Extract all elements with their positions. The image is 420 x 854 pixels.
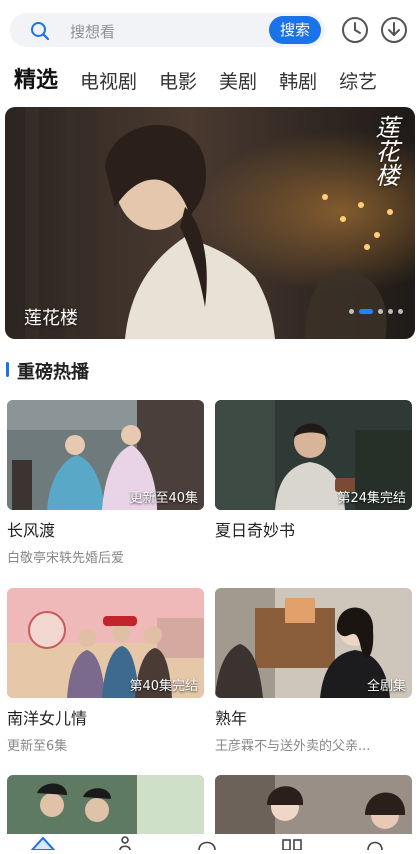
tab-us-drama[interactable]: 美剧 [219, 67, 257, 94]
drama-title: 熟年 [215, 709, 248, 728]
drama-thumbnail-partial[interactable] [7, 775, 204, 835]
history-icon[interactable] [340, 15, 370, 45]
drama-card[interactable]: 第24集完结 夏日奇妙书 [215, 400, 412, 547]
search-button[interactable]: 搜索 [269, 16, 321, 44]
bottom-nav [0, 834, 420, 851]
drama-subtitle: 王彦霖不与送外卖的父亲... [215, 739, 371, 754]
drama-thumbnail: 第40集完结 [7, 588, 204, 698]
drama-thumbnail: 更新至40集 [7, 400, 204, 510]
section-title: 重磅热播 [17, 362, 89, 383]
channel-icon[interactable] [117, 834, 133, 854]
carousel-dot-active[interactable] [359, 309, 373, 314]
banner-carousel[interactable]: 莲花楼 莲花楼 [5, 107, 415, 339]
drama-subtitle: 白敬亭宋轶先婚后爱 [7, 551, 125, 566]
carousel-dot[interactable] [349, 309, 354, 314]
search-icon [30, 21, 50, 45]
drama-card[interactable]: 全剧集 熟年 王彦霖不与送外卖的父亲... [215, 588, 412, 754]
drama-thumbnail: 第24集完结 [215, 400, 412, 510]
drama-card[interactable]: 第40集完结 南洋女儿情 更新至6集 [7, 588, 204, 754]
search-input[interactable]: 搜想看 [70, 21, 115, 42]
grid-icon[interactable] [282, 834, 302, 854]
drama-thumbnail-partial[interactable] [215, 775, 412, 835]
category-tabs: 精选 电视剧 电影 美剧 韩剧 综艺 [14, 62, 420, 96]
carousel-dots [349, 309, 403, 314]
carousel-dot[interactable] [388, 309, 393, 314]
drama-title: 南洋女儿情 [7, 709, 88, 728]
home-icon[interactable] [29, 834, 57, 854]
tab-featured[interactable]: 精选 [14, 62, 58, 94]
tab-variety[interactable]: 综艺 [339, 67, 377, 94]
discover-icon[interactable] [197, 834, 217, 854]
drama-thumbnail: 全剧集 [215, 588, 412, 698]
search-bar[interactable]: 搜想看 搜索 [10, 13, 325, 47]
tab-tv[interactable]: 电视剧 [80, 67, 137, 94]
episode-badge: 全剧集 [366, 679, 406, 694]
episode-badge: 第24集完结 [337, 491, 406, 506]
drama-subtitle: 更新至6集 [7, 739, 68, 754]
tab-k-drama[interactable]: 韩剧 [279, 67, 317, 94]
drama-card[interactable]: 更新至40集 长风渡 白敬亭宋轶先婚后爱 [7, 400, 204, 566]
carousel-dot[interactable] [398, 309, 403, 314]
banner-poster-text: 莲花楼 [371, 115, 399, 187]
download-icon[interactable] [379, 15, 409, 45]
episode-badge: 第40集完结 [129, 679, 198, 694]
banner-title: 莲花楼 [24, 308, 78, 329]
drama-title: 长风渡 [7, 521, 56, 540]
carousel-dot[interactable] [378, 309, 383, 314]
profile-icon[interactable] [365, 834, 385, 854]
episode-badge: 更新至40集 [129, 491, 198, 506]
drama-title: 夏日奇妙书 [215, 521, 296, 540]
tab-movie[interactable]: 电影 [159, 67, 197, 94]
